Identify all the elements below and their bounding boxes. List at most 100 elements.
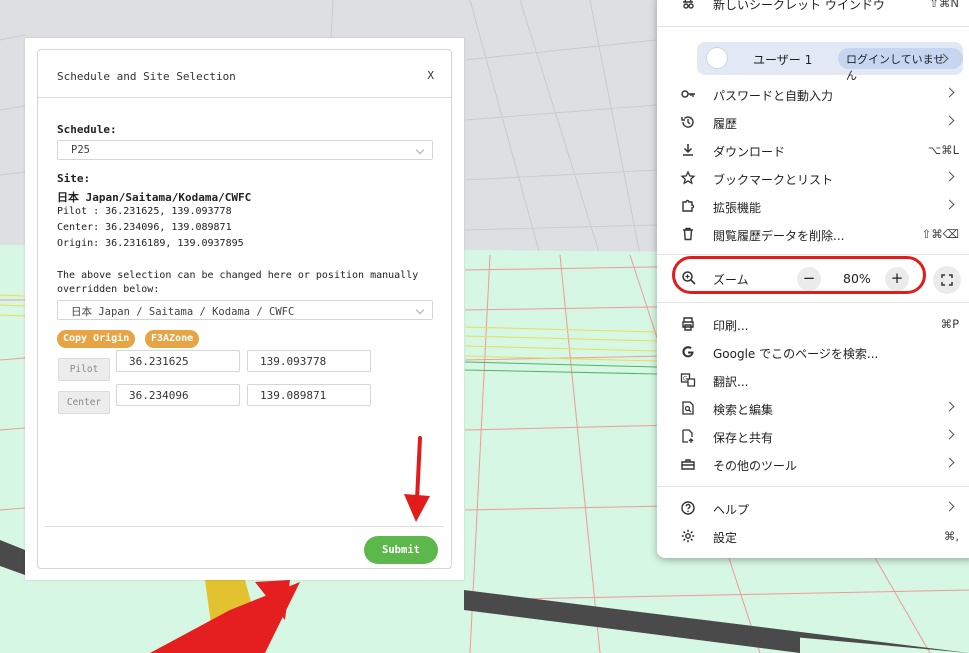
settings-icon xyxy=(681,529,695,543)
menu-item-label: その他のツール xyxy=(713,459,798,473)
menu-item-label: 履歴 xyxy=(713,117,738,131)
menu-separator xyxy=(657,302,969,303)
pilot-coordinates-text: Pilot : 36.231625, 139.093778 xyxy=(57,206,232,217)
star-icon xyxy=(680,170,696,185)
menu-item-label: 設定 xyxy=(713,531,738,545)
menu-item-shortcut: ⇧⌘N xyxy=(929,0,959,10)
menu-item-key[interactable]: パスワードと自動入力 xyxy=(657,81,969,107)
menu-item-save-share[interactable]: 保存と共有 xyxy=(657,423,969,449)
puzzle-icon xyxy=(682,199,695,212)
download-icon xyxy=(683,144,693,156)
zoom-highlight-annotation xyxy=(672,256,926,294)
dialog-header: Schedule and Site Selection X xyxy=(38,50,451,98)
menu-item-translate[interactable]: G 翻訳... xyxy=(657,367,969,393)
modal-backdrop-panel: Schedule and Site Selection X Schedule: … xyxy=(25,38,464,580)
chevron-down-icon xyxy=(415,305,425,315)
history-icon xyxy=(681,116,694,128)
menu-item-shortcut: ⌘, xyxy=(943,529,959,543)
site-label: Site: xyxy=(57,172,91,185)
profile-row[interactable]: ユーザー 1 ログインしていません xyxy=(697,42,963,82)
toolbox-icon xyxy=(681,459,695,470)
menu-item-label: 検索と編集 xyxy=(713,403,774,417)
chevron-right-icon xyxy=(944,429,955,440)
schedule-select[interactable]: P25 xyxy=(57,140,433,160)
menu-item-label: 翻訳... xyxy=(713,375,749,389)
menu-item-label: 拡張機能 xyxy=(713,201,762,215)
menu-item-label: 新しいシークレット ウインドウ xyxy=(713,0,885,12)
origin-coordinates-text: Origin: 36.2316189, 139.0937895 xyxy=(57,238,244,249)
chevron-right-icon xyxy=(944,115,955,126)
menu-item-google[interactable]: Google でこのページを検索... xyxy=(657,339,969,365)
menu-separator xyxy=(657,26,969,27)
menu-item-incognito[interactable]: 新しいシークレット ウインドウ ⇧⌘N xyxy=(657,0,969,18)
chevron-right-icon xyxy=(944,401,955,412)
fullscreen-icon xyxy=(941,274,953,286)
profile-name: ユーザー 1 xyxy=(753,53,813,67)
submit-button[interactable]: Submit xyxy=(364,536,438,564)
google-icon xyxy=(682,346,694,358)
save-share-icon xyxy=(682,429,694,443)
menu-item-trash[interactable]: 閲覧履歴データを削除... ⇧⌘⌫ xyxy=(657,221,969,247)
annotation-arrow xyxy=(404,436,430,522)
incognito-icon xyxy=(683,0,694,9)
menu-item-search-edit[interactable]: 検索と編集 xyxy=(657,395,969,421)
print-icon xyxy=(682,317,694,331)
f3azone-button[interactable]: F3AZone xyxy=(145,330,200,348)
avatar xyxy=(706,47,728,69)
center-longitude-input[interactable] xyxy=(247,384,371,406)
browser-menu: 新しいシークレット ウインドウ ⇧⌘N ユーザー 1 ログインしていません パス… xyxy=(657,0,969,558)
trash-icon xyxy=(683,227,693,241)
chevron-right-icon xyxy=(944,457,955,468)
menu-separator xyxy=(657,486,969,487)
hint-text-line2: overridden below: xyxy=(57,284,160,295)
menu-item-download[interactable]: ダウンロード ⌥⌘L xyxy=(657,137,969,163)
menu-item-print[interactable]: 印刷... ⌘P xyxy=(657,311,969,337)
menu-item-label: 保存と共有 xyxy=(713,431,774,445)
hint-text-line1: The above selection can be changed here … xyxy=(57,270,419,281)
close-button[interactable]: X xyxy=(427,69,434,82)
menu-item-label: Google でこのページを検索... xyxy=(713,347,879,361)
menu-item-shortcut: ⇧⌘⌫ xyxy=(921,227,959,241)
chevron-right-icon xyxy=(944,501,955,512)
menu-item-toolbox[interactable]: その他のツール xyxy=(657,451,969,477)
schedule-site-dialog: Schedule and Site Selection X Schedule: … xyxy=(37,49,452,569)
center-addon-label: Center xyxy=(58,391,110,414)
menu-item-shortcut: ⌥⌘L xyxy=(927,143,959,157)
menu-item-label: ダウンロード xyxy=(713,145,786,159)
help-icon xyxy=(681,501,695,515)
fullscreen-button[interactable] xyxy=(933,266,961,294)
search-edit-icon xyxy=(682,401,694,415)
menu-item-history[interactable]: 履歴 xyxy=(657,109,969,135)
menu-item-help[interactable]: ヘルプ xyxy=(657,495,969,521)
chevron-right-icon xyxy=(944,171,955,182)
pilot-longitude-input[interactable] xyxy=(247,350,371,372)
translate-icon: G xyxy=(680,373,696,387)
center-coordinates-text: Center: 36.234096, 139.089871 xyxy=(57,222,232,233)
menu-item-puzzle[interactable]: 拡張機能 xyxy=(657,193,969,219)
menu-separator xyxy=(657,254,969,255)
site-select-value: 日本 Japan / Saitama / Kodama / CWFC xyxy=(71,306,295,318)
dialog-footer-divider xyxy=(45,526,444,527)
schedule-label: Schedule: xyxy=(57,123,117,136)
menu-item-label: ヘルプ xyxy=(713,503,750,517)
site-name: 日本 Japan/Saitama/Kodama/CWFC xyxy=(57,191,252,204)
chevron-right-icon xyxy=(944,87,955,98)
menu-item-label: パスワードと自動入力 xyxy=(713,89,834,103)
chevron-right-icon xyxy=(944,199,955,210)
dialog-title: Schedule and Site Selection xyxy=(57,70,236,83)
center-latitude-input[interactable] xyxy=(116,384,240,406)
menu-item-label: 印刷... xyxy=(713,319,749,333)
menu-item-label: ブックマークとリスト xyxy=(713,173,834,187)
schedule-select-value: P25 xyxy=(71,144,90,156)
copy-origin-button[interactable]: Copy Origin xyxy=(57,330,136,348)
key-icon xyxy=(681,90,695,98)
menu-item-label: 閲覧履歴データを削除... xyxy=(713,229,845,243)
site-select[interactable]: 日本 Japan / Saitama / Kodama / CWFC xyxy=(57,300,433,320)
chevron-down-icon xyxy=(415,145,425,155)
svg-text:G: G xyxy=(683,376,688,383)
menu-item-shortcut: ⌘P xyxy=(940,317,959,331)
pilot-latitude-input[interactable] xyxy=(116,350,240,372)
menu-item-settings[interactable]: 設定 ⌘, xyxy=(657,523,969,549)
pilot-addon-label: Pilot xyxy=(58,358,110,381)
menu-item-star[interactable]: ブックマークとリスト xyxy=(657,165,969,191)
